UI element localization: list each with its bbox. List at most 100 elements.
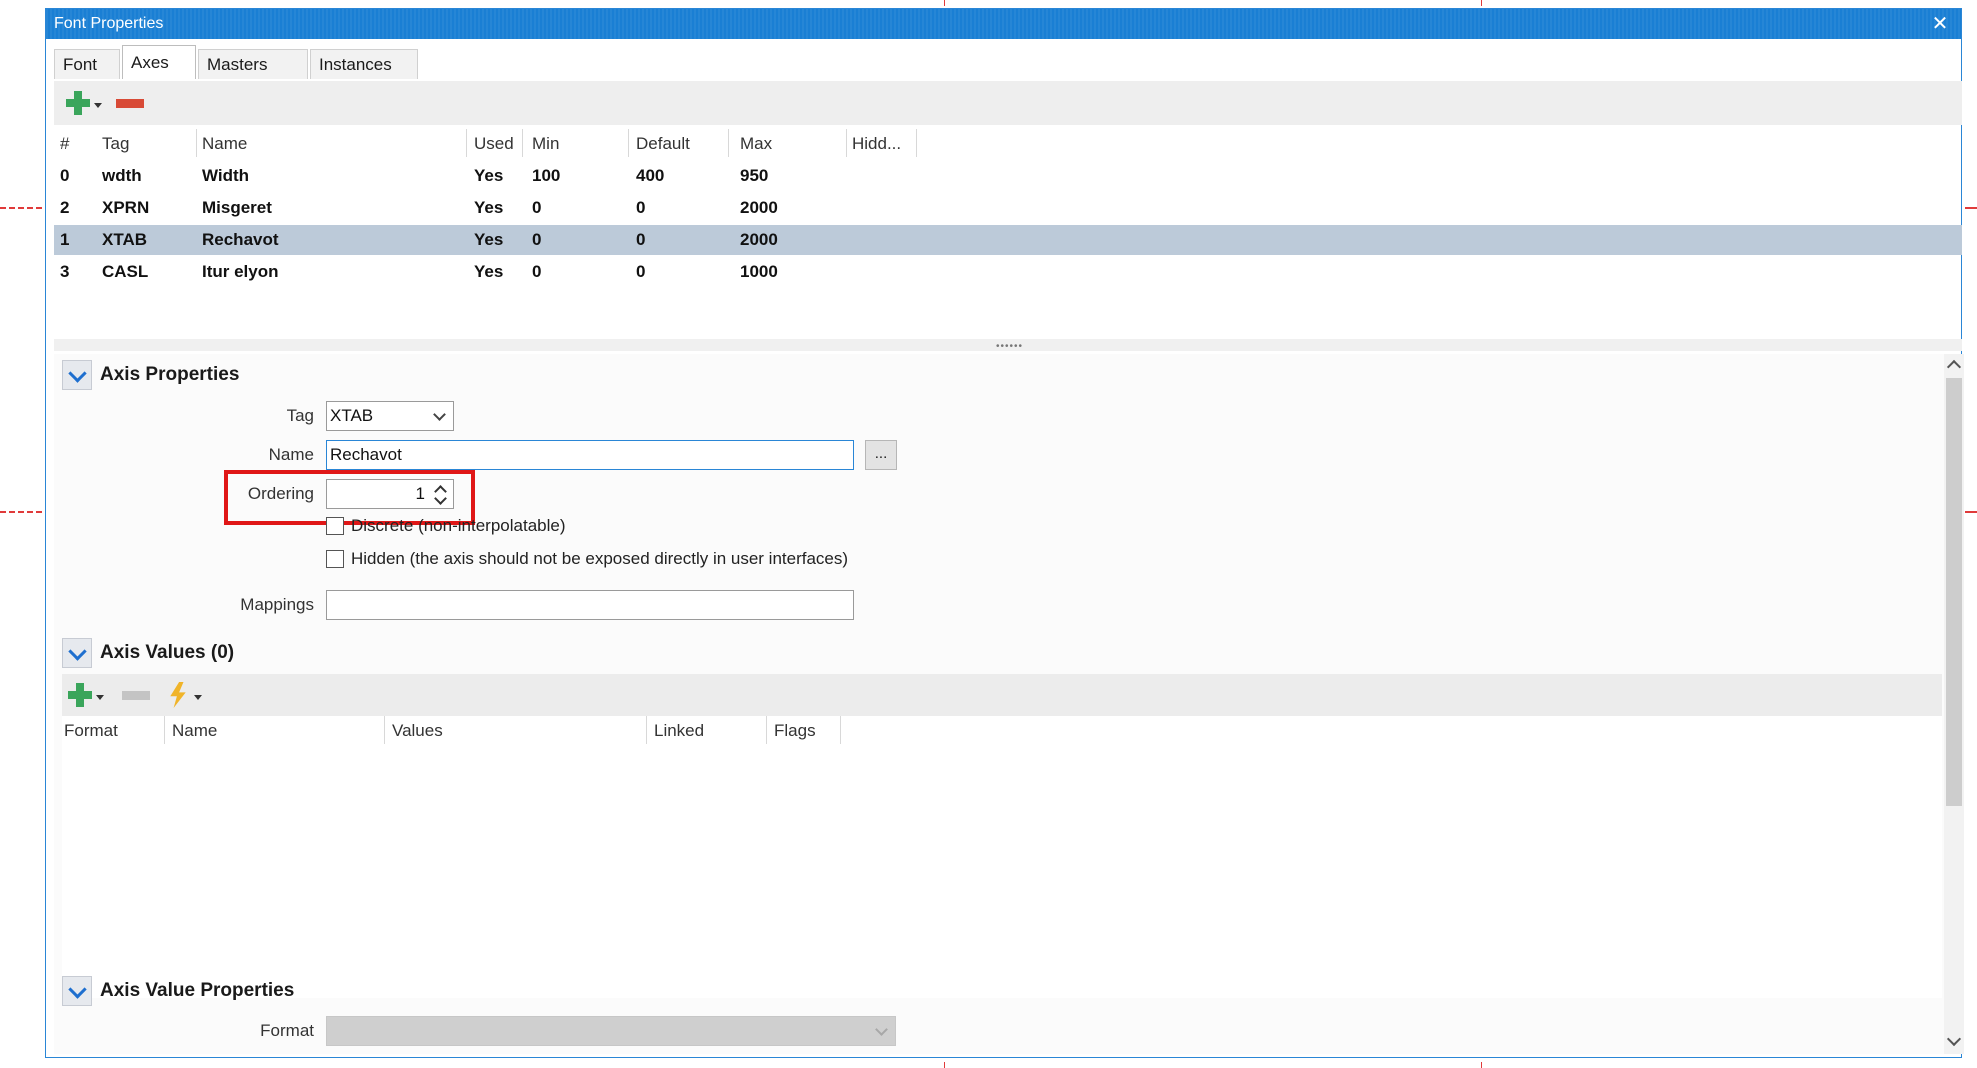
col-format[interactable]: Format: [64, 721, 118, 741]
collapse-button[interactable]: [62, 638, 92, 668]
lightning-icon[interactable]: [170, 682, 186, 708]
table-row[interactable]: 2 XPRN Misgeret Yes 0 0 2000: [54, 193, 1962, 223]
table-row[interactable]: 3 CASL Itur elyon Yes 0 0 1000: [54, 257, 1962, 287]
row-default: 0: [636, 262, 646, 281]
column-divider: [522, 129, 523, 157]
column-divider: [728, 129, 729, 157]
col-max[interactable]: Max: [740, 134, 772, 154]
properties-panel: Axis Properties Tag XTAB Name Rechavot .…: [54, 354, 1944, 1054]
col-linked[interactable]: Linked: [654, 721, 704, 741]
guide-mark: [1965, 207, 1977, 209]
column-divider: [628, 129, 629, 157]
col-tag[interactable]: Tag: [102, 134, 129, 154]
row-min: 100: [532, 166, 561, 185]
chevron-down-icon: [875, 1023, 888, 1036]
column-divider: [164, 716, 165, 744]
window-title: Font Properties: [54, 15, 164, 32]
chevron-down-icon[interactable]: [96, 695, 104, 700]
col-flags[interactable]: Flags: [774, 721, 816, 741]
col-default[interactable]: Default: [636, 134, 690, 154]
guide-mark: [1481, 0, 1482, 6]
row-number: 2: [60, 198, 70, 217]
col-values[interactable]: Values: [392, 721, 443, 741]
chevron-down-icon: [68, 364, 87, 383]
row-used: Yes: [474, 262, 504, 281]
hidden-checkbox[interactable]: [326, 550, 344, 568]
scroll-up-icon[interactable]: [1946, 359, 1962, 375]
tab-axes[interactable]: Axes (4): [122, 45, 196, 106]
table-row-selected[interactable]: 1 XTAB Rechavot Yes 0 0 2000: [54, 225, 1962, 255]
discrete-label[interactable]: Discrete (non-interpolatable): [351, 516, 566, 536]
minus-icon[interactable]: [116, 99, 144, 108]
tab-masters[interactable]: Masters (15): [198, 49, 308, 104]
section-title: Axis Properties: [100, 364, 240, 385]
name-label: Name: [268, 445, 314, 464]
row-min: 0: [532, 198, 542, 217]
row-number: 1: [60, 230, 70, 249]
name-field[interactable]: Rechavot: [326, 440, 854, 470]
tag-label: Tag: [286, 406, 314, 425]
chevron-down-icon[interactable]: [194, 695, 202, 700]
title-bar[interactable]: Font Properties ✕: [46, 9, 1961, 39]
row-max: 1000: [740, 262, 778, 281]
column-divider: [840, 716, 841, 744]
col-hidden[interactable]: Hidd...: [852, 134, 901, 154]
row-used: Yes: [474, 198, 504, 217]
section-title: Axis Values (0): [100, 642, 235, 663]
splitter-grip-icon[interactable]: ••••••: [996, 341, 1023, 352]
guide-mark: [0, 207, 42, 209]
axis-values-table-header: Format Name Values Linked Flags: [62, 716, 1942, 748]
font-properties-window: Font Properties ✕ Font Axes (4) Masters …: [45, 8, 1964, 1058]
plus-icon[interactable]: [66, 91, 90, 115]
col-number[interactable]: #: [60, 134, 69, 154]
row-tag: XTAB: [102, 230, 148, 249]
col-used[interactable]: Used: [474, 134, 514, 154]
discrete-checkbox[interactable]: [326, 517, 344, 535]
scroll-down-icon[interactable]: [1946, 1031, 1962, 1047]
table-row[interactable]: 0 wdth Width Yes 100 400 950: [54, 161, 1962, 191]
row-max: 950: [740, 166, 769, 185]
row-min: 0: [532, 262, 542, 281]
col-name[interactable]: Name: [172, 721, 217, 741]
col-name[interactable]: Name: [202, 134, 247, 154]
column-divider: [384, 716, 385, 744]
tag-dropdown[interactable]: XTAB: [326, 401, 454, 431]
row-max: 2000: [740, 230, 778, 249]
tag-dropdown-value: XTAB: [330, 406, 374, 425]
mappings-label: Mappings: [240, 595, 314, 614]
mappings-field[interactable]: [326, 590, 854, 620]
collapse-button[interactable]: [62, 976, 92, 1006]
row-default: 0: [636, 230, 646, 249]
ordering-stepper[interactable]: 1: [326, 479, 454, 509]
row-number: 0: [60, 166, 70, 185]
row-tag: CASL: [102, 262, 149, 281]
collapse-button[interactable]: [62, 360, 92, 390]
row-used: Yes: [474, 166, 504, 185]
scrollbar-thumb[interactable]: [1946, 378, 1962, 806]
hidden-label[interactable]: Hidden (the axis should not be exposed d…: [351, 549, 848, 569]
row-name: Misgeret: [202, 198, 272, 217]
axis-values-toolbar: [62, 674, 1942, 716]
chevron-down-icon: [68, 642, 87, 661]
guide-mark: [1965, 511, 1977, 513]
name-ellipsis-button[interactable]: ...: [865, 440, 897, 470]
tab-font[interactable]: Font: [54, 49, 120, 79]
row-tag: wdth: [102, 166, 142, 185]
minus-icon: [122, 691, 150, 700]
row-used: Yes: [474, 230, 504, 249]
column-divider: [196, 129, 197, 157]
chevron-down-icon[interactable]: [94, 103, 102, 108]
panel-splitter[interactable]: ••••••: [54, 339, 1962, 352]
column-divider: [466, 129, 467, 157]
close-icon[interactable]: ✕: [1927, 11, 1953, 37]
plus-icon[interactable]: [68, 683, 92, 707]
col-min[interactable]: Min: [532, 134, 559, 154]
row-default: 400: [636, 166, 665, 185]
row-tag: XPRN: [102, 198, 150, 217]
row-name: Itur elyon: [202, 262, 279, 281]
tab-instances[interactable]: Instances (6): [310, 49, 418, 104]
vertical-scrollbar[interactable]: [1944, 354, 1964, 1054]
row-number: 3: [60, 262, 70, 281]
row-name: Width: [202, 166, 250, 185]
axis-values-list[interactable]: [62, 748, 1942, 998]
